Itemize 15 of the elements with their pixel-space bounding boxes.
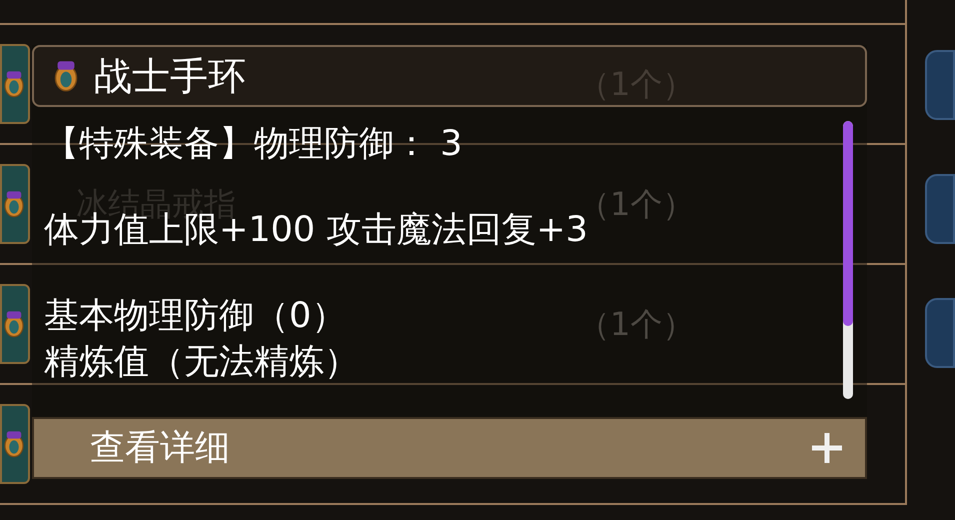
side-button[interactable]: [925, 174, 955, 244]
item-title: 战士手环: [94, 52, 246, 100]
item-slot[interactable]: [0, 284, 30, 364]
scrollbar[interactable]: [843, 121, 853, 399]
side-button[interactable]: [925, 50, 955, 120]
view-details-button[interactable]: 查看详细: [32, 417, 867, 479]
item-slot[interactable]: [0, 164, 30, 244]
plus-icon: [809, 430, 845, 466]
stat-text: 基本物理防御（0）: [44, 295, 346, 338]
item-count: （1个）: [578, 304, 694, 345]
side-button[interactable]: [925, 298, 955, 368]
item-slot[interactable]: [0, 44, 30, 124]
item-slot[interactable]: [0, 404, 30, 484]
stat-text: 【特殊装备】物理防御： 3: [44, 123, 462, 166]
stat-text: 精炼值（无法精炼）: [44, 341, 359, 384]
